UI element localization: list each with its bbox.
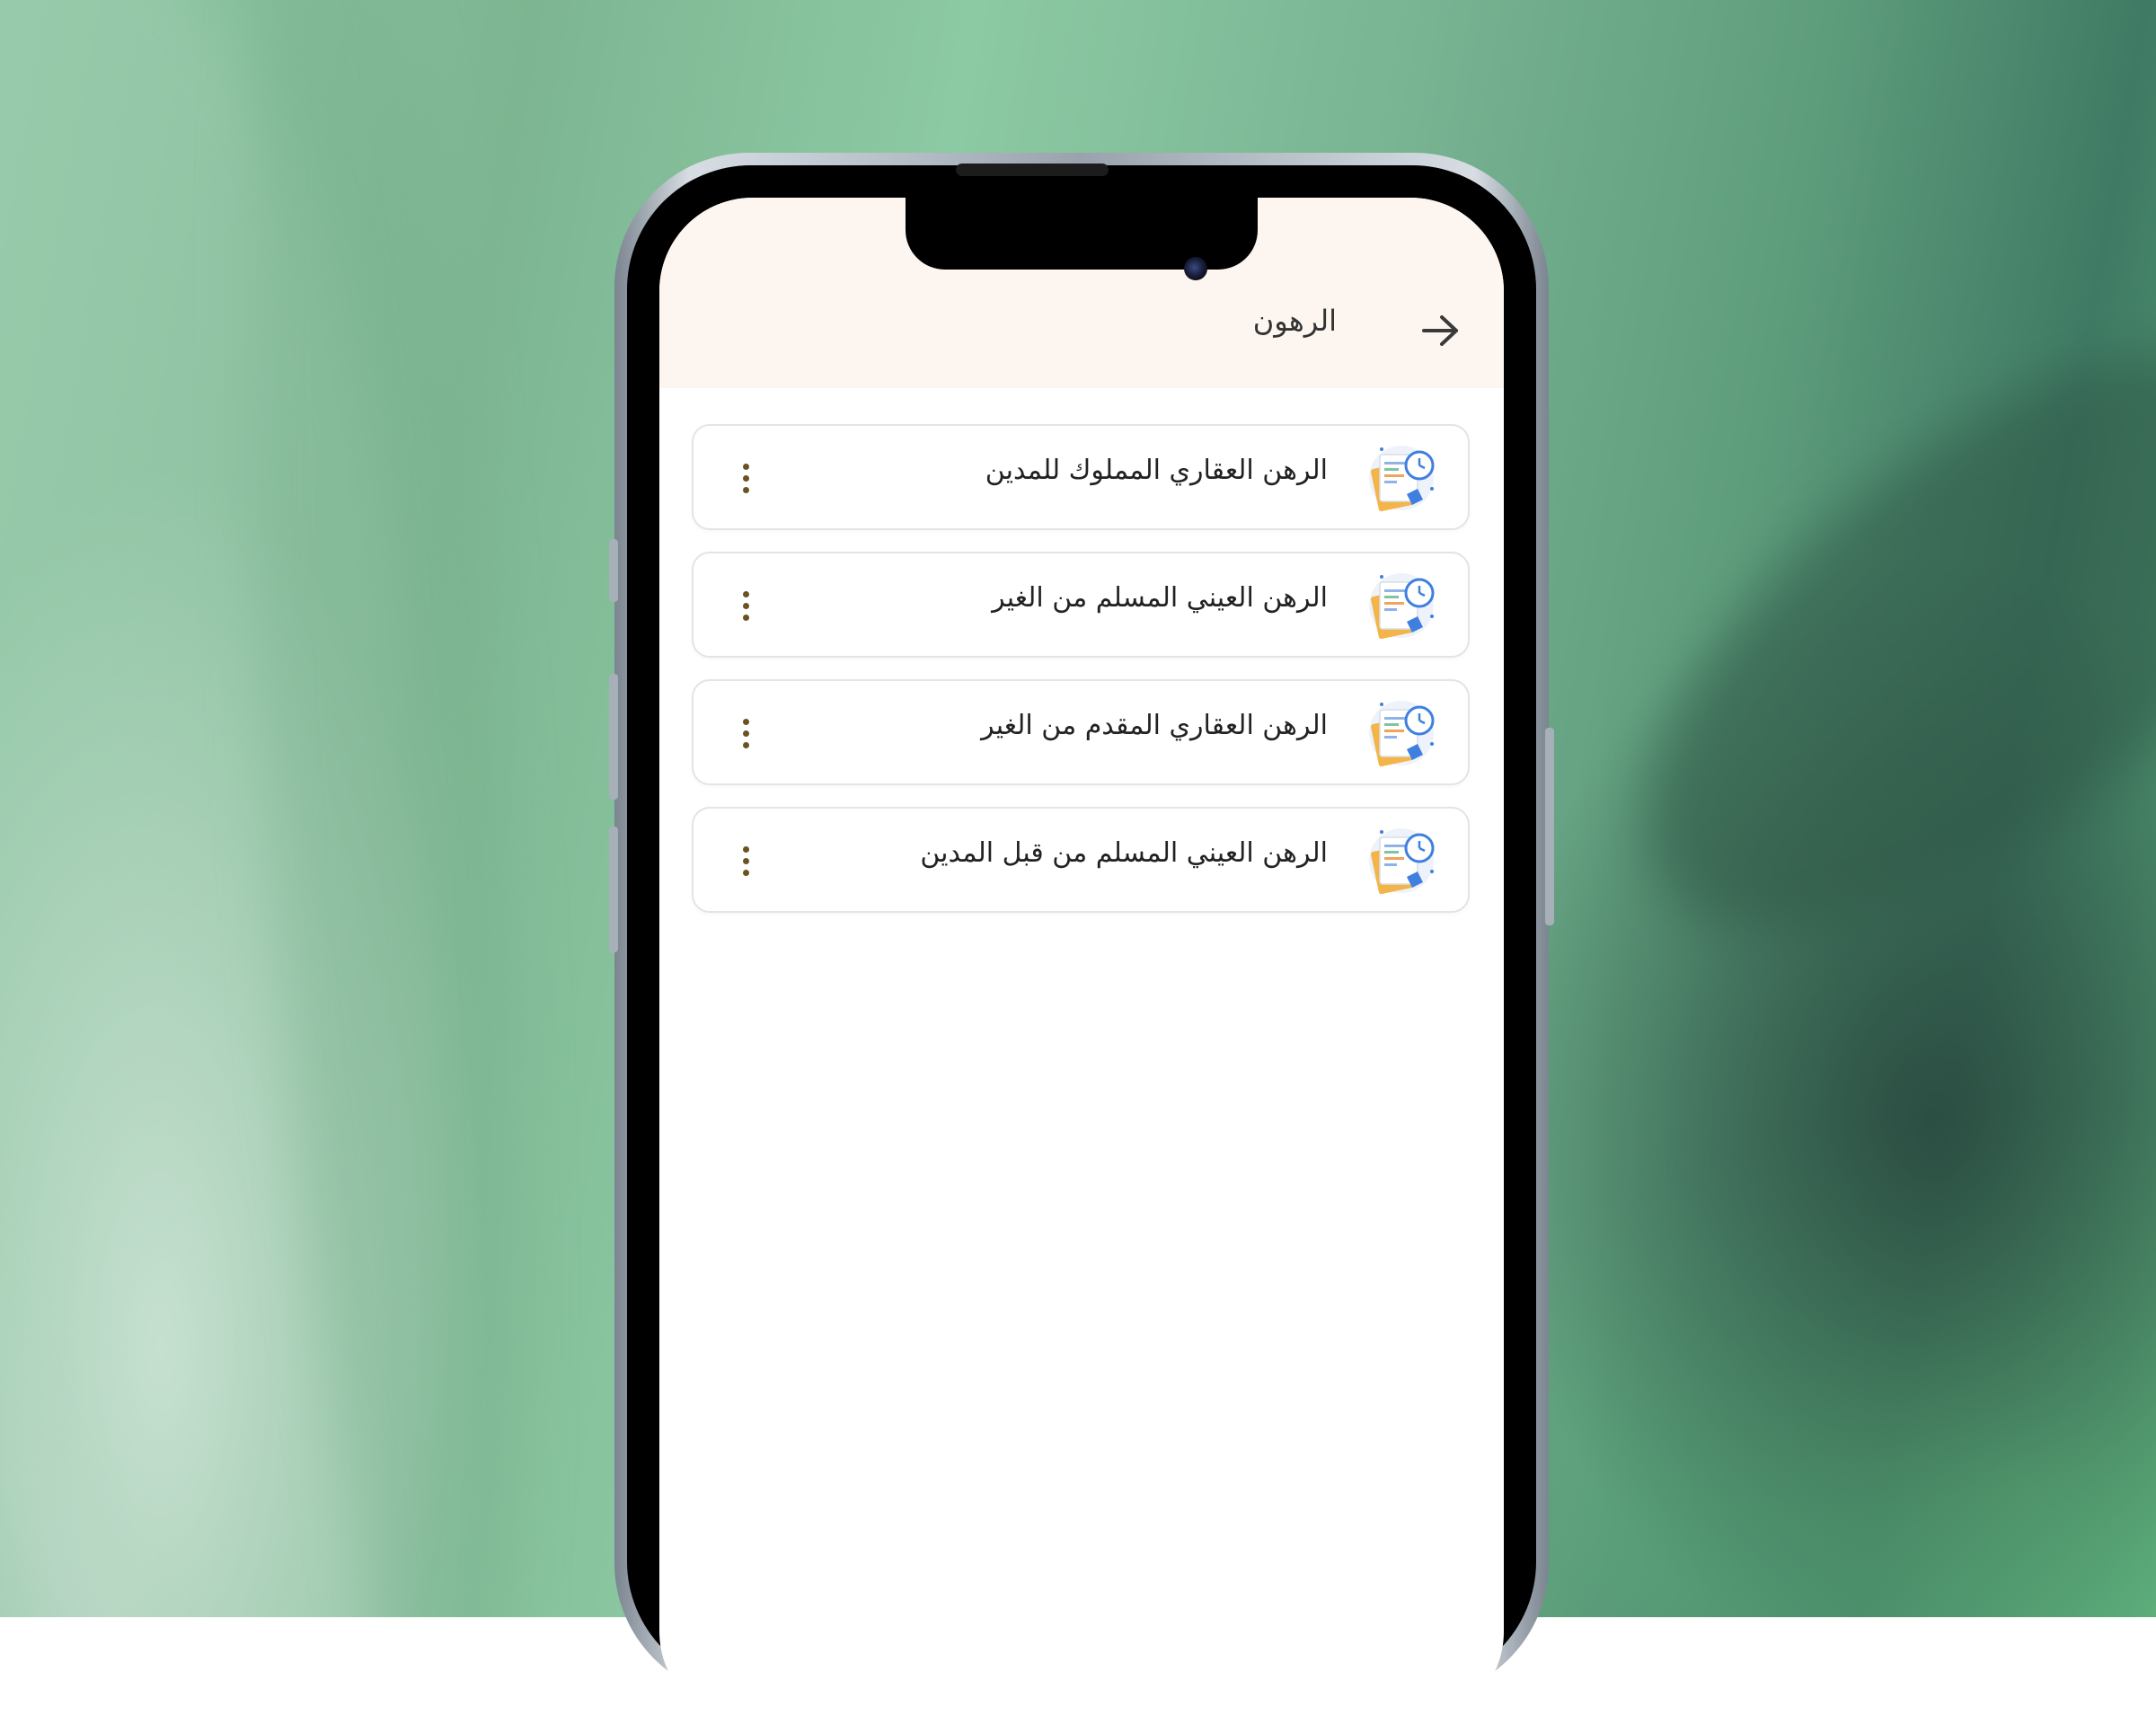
back-button[interactable]	[1416, 305, 1466, 356]
document-clock-icon	[1369, 828, 1435, 895]
more-vertical-icon	[742, 463, 749, 470]
more-options-button[interactable]	[728, 580, 764, 631]
list-item[interactable]: الرهن العقاري المملوك للمدين	[692, 424, 1470, 530]
page-title: الرهون	[1252, 304, 1337, 338]
more-options-button[interactable]	[728, 836, 764, 886]
app-screen: الرهون الرهن العقاري المملوك للمدين الره…	[659, 198, 1504, 1725]
list-item[interactable]: الرهن العيني المسلم من قبل المدين	[692, 807, 1470, 913]
item-label: الرهن العقاري المقدم من الغير	[981, 710, 1328, 741]
more-vertical-icon	[742, 718, 749, 725]
front-camera	[1184, 257, 1207, 280]
more-vertical-icon	[742, 845, 749, 853]
mortgage-list: الرهن العقاري المملوك للمدين الرهن العين…	[692, 424, 1470, 934]
phone-frame: الرهون الرهن العقاري المملوك للمدين الره…	[609, 153, 1554, 1725]
document-clock-icon	[1369, 573, 1435, 640]
phone-volume-down-button	[609, 827, 618, 952]
item-label: الرهن العقاري المملوك للمدين	[985, 455, 1328, 486]
phone-volume-up-button	[609, 674, 618, 800]
more-options-button[interactable]	[728, 453, 764, 503]
item-label: الرهن العيني المسلم من الغير	[992, 582, 1328, 614]
phone-notch	[906, 198, 1258, 280]
list-item[interactable]: الرهن العقاري المقدم من الغير	[692, 679, 1470, 785]
phone-power-button	[1545, 728, 1554, 925]
phone-silent-switch	[609, 539, 618, 602]
document-clock-icon	[1369, 701, 1435, 767]
more-options-button[interactable]	[728, 708, 764, 758]
more-vertical-icon	[742, 590, 749, 597]
document-clock-icon	[1369, 446, 1435, 512]
item-label: الرهن العيني المسلم من قبل المدين	[920, 837, 1328, 869]
list-item[interactable]: الرهن العيني المسلم من الغير	[692, 552, 1470, 658]
phone-speaker	[956, 164, 1109, 176]
arrow-right-icon	[1422, 315, 1458, 346]
